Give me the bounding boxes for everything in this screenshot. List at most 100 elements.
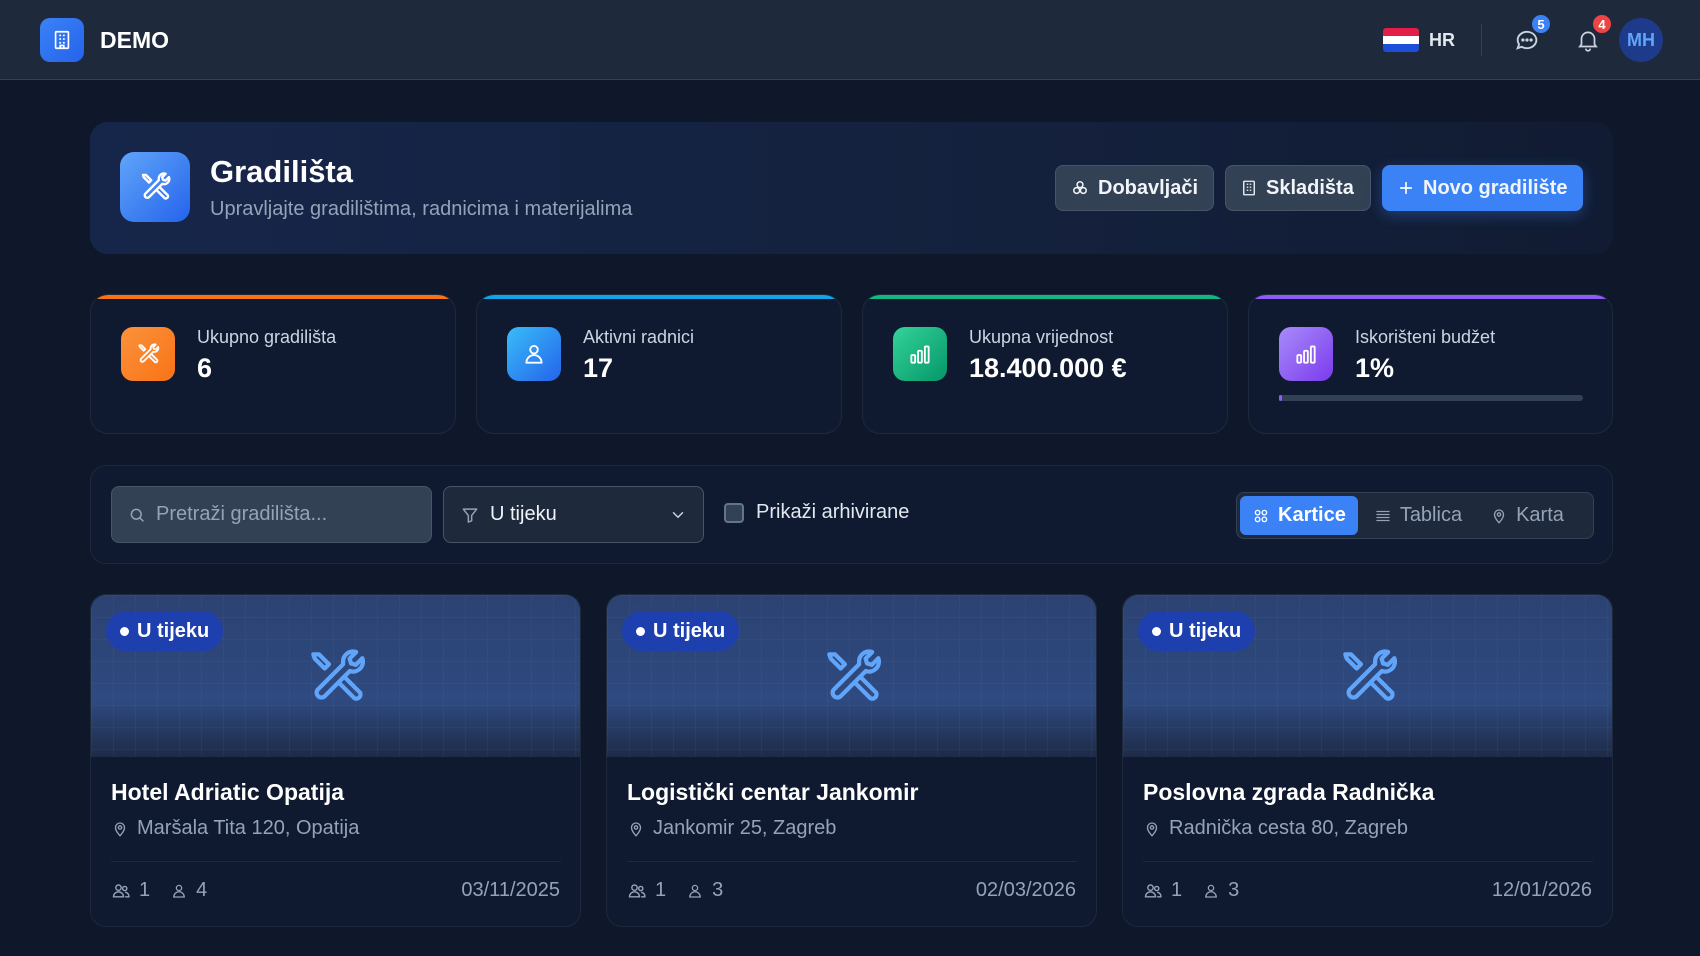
search-icon (130, 508, 144, 522)
workers-count: 3 (1202, 879, 1239, 902)
status-badge: U tijeku (1138, 611, 1256, 651)
tools-icon (1342, 649, 1397, 701)
tools-icon (138, 343, 160, 364)
teams-count-value: 1 (655, 879, 667, 901)
logo[interactable] (40, 18, 84, 62)
map-pin-icon (114, 821, 126, 837)
list-icon (1376, 510, 1390, 521)
stat-icon-box (893, 327, 947, 381)
stat-card-used-budget: Iskorišteni budžet 1% (1248, 294, 1613, 434)
stat-value: 17 (583, 353, 614, 383)
site-card-hero: U tijeku (91, 595, 580, 757)
card-divider (627, 861, 1077, 862)
plus-icon (1399, 181, 1413, 195)
show-archived-toggle[interactable]: Prikaži arhivirane (724, 501, 909, 524)
brand-name: DEMO (100, 27, 169, 53)
view-toggle: Kartice Tablica Karta (1236, 492, 1594, 539)
stat-label: Ukupno gradilišta (197, 327, 337, 347)
site-card-hero: U tijeku (607, 595, 1096, 757)
suppliers-button-label: Dobavljači (1098, 176, 1199, 199)
tools-icon (826, 649, 881, 701)
tools-icon (141, 172, 171, 200)
users-icon (628, 883, 646, 898)
chevron-down-icon (672, 511, 684, 518)
stat-value: 18.400.000 € (969, 353, 1127, 383)
warehouses-button[interactable]: Skladišta (1225, 165, 1371, 211)
stat-accent-bar (863, 295, 1227, 299)
site-address: Jankomir 25, Zagreb (627, 817, 836, 840)
status-dot (120, 626, 129, 636)
tools-icon (310, 649, 365, 701)
teams-count: 1 (111, 879, 150, 902)
stat-icon-box (121, 327, 175, 381)
site-name: Hotel Adriatic Opatija (111, 779, 345, 805)
status-filter-select[interactable]: U tijeku (443, 486, 704, 543)
status-dot (1152, 626, 1161, 636)
building-icon (1243, 180, 1255, 196)
workers-count: 3 (686, 879, 723, 902)
site-card-hero: U tijeku (1123, 595, 1612, 757)
top-bar: DEMO HR 5 4 MH (0, 0, 1700, 80)
notifications-badge: 4 (1591, 13, 1613, 35)
site-address: Radnička cesta 80, Zagreb (1143, 817, 1408, 840)
view-map-button[interactable]: Karta (1478, 496, 1576, 535)
view-cards-label: Kartice (1278, 504, 1346, 526)
page-header: Gradilišta Upravljajte gradilištima, rad… (90, 122, 1613, 254)
teams-count-value: 1 (139, 879, 151, 901)
status-dot (636, 626, 645, 636)
status-badge-label: U tijeku (1169, 619, 1242, 642)
card-divider (111, 861, 561, 862)
search-input[interactable] (156, 503, 431, 526)
filter-icon (462, 507, 478, 523)
user-icon (689, 884, 702, 898)
site-card[interactable]: U tijeku Poslovna zgrada Radnička Radnič… (1122, 594, 1613, 927)
warehouses-button-label: Skladišta (1266, 176, 1354, 199)
budget-progress-bar (1279, 395, 1583, 401)
status-badge-label: U tijeku (137, 619, 210, 642)
users-icon (112, 883, 130, 898)
header-icon-box (120, 152, 190, 222)
show-archived-checkbox[interactable] (724, 502, 744, 523)
stat-label: Aktivni radnici (583, 327, 695, 347)
users-icon (1144, 883, 1162, 898)
map-pin-icon (630, 821, 642, 837)
stat-icon-box (1279, 327, 1333, 381)
page-subtitle: Upravljajte gradilištima, radnicima i ma… (210, 198, 633, 220)
view-table-label: Tablica (1399, 504, 1463, 526)
view-table-button[interactable]: Tablica (1362, 496, 1474, 535)
user-icon (525, 344, 543, 364)
stat-label: Ukupna vrijednost (969, 327, 1114, 347)
site-meta: 1 4 (111, 879, 221, 902)
user-avatar[interactable]: MH (1619, 18, 1663, 62)
view-cards-button[interactable]: Kartice (1240, 496, 1358, 535)
status-badge: U tijeku (622, 611, 740, 651)
stat-label: Iskorišteni budžet (1355, 327, 1496, 347)
site-address-text: Jankomir 25, Zagreb (653, 817, 837, 839)
workers-count-value: 4 (196, 879, 208, 901)
messages-badge: 5 (1530, 13, 1552, 35)
grid-icon (1254, 509, 1268, 522)
new-site-button-label: Novo gradilište (1423, 176, 1568, 199)
site-card[interactable]: U tijeku Hotel Adriatic Opatija Maršala … (90, 594, 581, 927)
site-date: 02/03/2026 (975, 879, 1076, 901)
stat-value: 6 (197, 353, 213, 383)
teams-count: 1 (627, 879, 666, 902)
suppliers-icon (1073, 181, 1087, 195)
filter-bar: U tijeku Prikaži arhivirane Kartice Tabl… (90, 465, 1613, 564)
workers-count-value: 3 (1228, 879, 1240, 901)
language-selector[interactable]: HR (1383, 26, 1455, 54)
stat-accent-bar (91, 295, 455, 299)
messages-button[interactable]: 5 (1508, 13, 1552, 59)
suppliers-button[interactable]: Dobavljači (1055, 165, 1214, 211)
workers-count: 4 (170, 879, 207, 902)
show-archived-label: Prikaži arhivirane (756, 501, 910, 523)
user-icon (173, 884, 186, 898)
view-map-label: Karta (1516, 504, 1564, 526)
croatia-flag-icon (1383, 28, 1419, 52)
card-divider (1143, 861, 1593, 862)
notifications-button[interactable]: 4 (1569, 13, 1613, 59)
user-icon (1205, 884, 1218, 898)
site-date: 12/01/2026 (1491, 879, 1592, 901)
new-site-button[interactable]: Novo gradilište (1382, 165, 1583, 211)
site-card[interactable]: U tijeku Logistički centar Jankomir Jank… (606, 594, 1097, 927)
